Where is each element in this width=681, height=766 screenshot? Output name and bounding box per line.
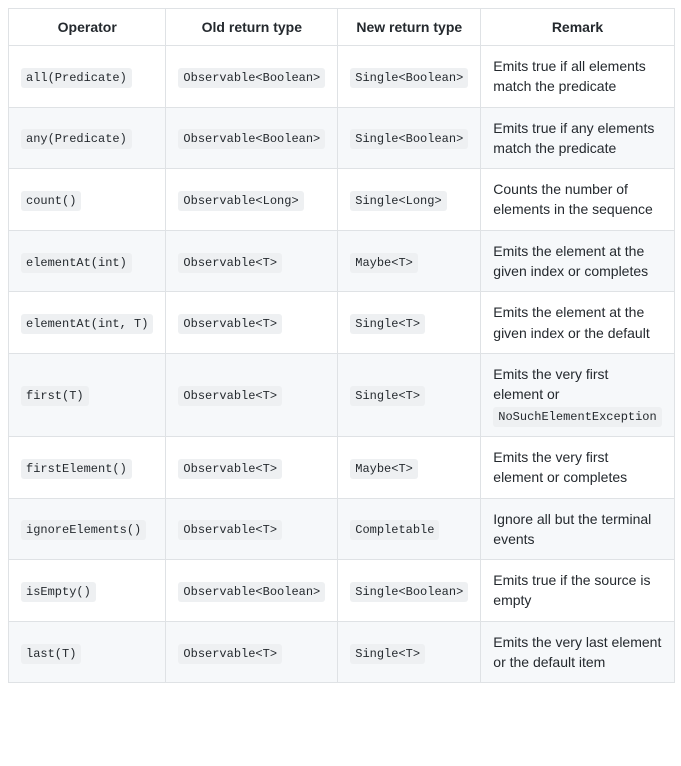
- old-return-type-cell: Observable<T>: [166, 230, 338, 292]
- old-return-type-cell: Observable<T>: [166, 436, 338, 498]
- old-return-type-code: Observable<Boolean>: [178, 68, 325, 88]
- remark-cell: Emits the very last element or the defau…: [481, 621, 674, 683]
- operator-code: last(T): [21, 644, 81, 664]
- new-return-type-cell: Maybe<T>: [338, 230, 481, 292]
- header-new-return-type: New return type: [338, 9, 481, 46]
- operator-code: isEmpty(): [21, 582, 96, 602]
- remark-cell: Emits true if any elements match the pre…: [481, 107, 674, 169]
- remark-text: Emits true if any elements match the pre…: [493, 120, 654, 156]
- new-return-type-cell: Single<Boolean>: [338, 46, 481, 108]
- operator-cell: elementAt(int): [9, 230, 166, 292]
- remark-text: Emits true if all elements match the pre…: [493, 58, 646, 94]
- operator-code: any(Predicate): [21, 129, 132, 149]
- old-return-type-code: Observable<T>: [178, 314, 282, 334]
- old-return-type-code: Observable<Boolean>: [178, 129, 325, 149]
- new-return-type-code: Single<Long>: [350, 191, 446, 211]
- new-return-type-cell: Single<T>: [338, 353, 481, 436]
- new-return-type-cell: Completable: [338, 498, 481, 560]
- remark-text: Emits the very first element or: [493, 366, 608, 402]
- old-return-type-cell: Observable<T>: [166, 498, 338, 560]
- old-return-type-cell: Observable<Boolean>: [166, 107, 338, 169]
- remark-text: Emits the very last element or the defau…: [493, 634, 661, 670]
- table-row: isEmpty() Observable<Boolean> Single<Boole…: [9, 560, 675, 622]
- table-row: elementAt(int, T) Observable<T> Single<T> E…: [9, 292, 675, 354]
- operator-code: all(Predicate): [21, 68, 132, 88]
- new-return-type-cell: Single<Long>: [338, 169, 481, 231]
- table-row: elementAt(int) Observable<T> Maybe<T> Emits…: [9, 230, 675, 292]
- old-return-type-code: Observable<T>: [178, 459, 282, 479]
- table-row: firstElement() Observable<T> Maybe<T> Emits…: [9, 436, 675, 498]
- new-return-type-code: Single<Boolean>: [350, 582, 468, 602]
- remark-cell: Emits the element at the given index or …: [481, 292, 674, 354]
- remark-cell: Emits the element at the given index or …: [481, 230, 674, 292]
- old-return-type-cell: Observable<T>: [166, 353, 338, 436]
- operator-code: ignoreElements(): [21, 520, 146, 540]
- old-return-type-cell: Observable<T>: [166, 621, 338, 683]
- remark-text: Counts the number of elements in the seq…: [493, 181, 653, 217]
- remark-text: Emits the element at the given index or …: [493, 304, 649, 340]
- remark-text: Emits the very first element or complete…: [493, 449, 627, 485]
- new-return-type-code: Single<T>: [350, 386, 425, 406]
- remark-code: NoSuchElementException: [493, 407, 661, 427]
- operator-cell: elementAt(int, T): [9, 292, 166, 354]
- operator-cell: isEmpty(): [9, 560, 166, 622]
- old-return-type-cell: Observable<Boolean>: [166, 46, 338, 108]
- header-operator: Operator: [9, 9, 166, 46]
- operator-code: firstElement(): [21, 459, 132, 479]
- header-remark: Remark: [481, 9, 674, 46]
- old-return-type-cell: Observable<Boolean>: [166, 560, 338, 622]
- remark-cell: Emits true if the source is empty: [481, 560, 674, 622]
- remark-text: Emits the element at the given index or …: [493, 243, 648, 279]
- old-return-type-code: Observable<T>: [178, 520, 282, 540]
- table-row: last(T) Observable<T> Single<T> Emits the v…: [9, 621, 675, 683]
- new-return-type-code: Maybe<T>: [350, 253, 418, 273]
- old-return-type-cell: Observable<T>: [166, 292, 338, 354]
- new-return-type-cell: Single<T>: [338, 292, 481, 354]
- new-return-type-code: Maybe<T>: [350, 459, 418, 479]
- operator-table: Operator Old return type New return type…: [8, 8, 675, 683]
- remark-cell: Emits the very first element or NoSuchEl…: [481, 353, 674, 436]
- new-return-type-code: Single<T>: [350, 314, 425, 334]
- new-return-type-cell: Single<Boolean>: [338, 560, 481, 622]
- operator-code: elementAt(int): [21, 253, 132, 273]
- old-return-type-cell: Observable<Long>: [166, 169, 338, 231]
- remark-text: Emits true if the source is empty: [493, 572, 650, 608]
- remark-cell: Ignore all but the terminal events: [481, 498, 674, 560]
- remark-text: Ignore all but the terminal events: [493, 511, 651, 547]
- table-row: all(Predicate) Observable<Boolean> Single<…: [9, 46, 675, 108]
- new-return-type-cell: Single<T>: [338, 621, 481, 683]
- table-row: any(Predicate) Observable<Boolean> Single<…: [9, 107, 675, 169]
- table-row: count() Observable<Long> Single<Long> Count…: [9, 169, 675, 231]
- old-return-type-code: Observable<T>: [178, 253, 282, 273]
- operator-cell: last(T): [9, 621, 166, 683]
- old-return-type-code: Observable<T>: [178, 386, 282, 406]
- table-row: first(T) Observable<T> Single<T> Emits the …: [9, 353, 675, 436]
- new-return-type-code: Single<Boolean>: [350, 129, 468, 149]
- header-old-return-type: Old return type: [166, 9, 338, 46]
- new-return-type-code: Completable: [350, 520, 439, 540]
- old-return-type-code: Observable<T>: [178, 644, 282, 664]
- operator-cell: firstElement(): [9, 436, 166, 498]
- remark-cell: Emits true if all elements match the pre…: [481, 46, 674, 108]
- new-return-type-cell: Single<Boolean>: [338, 107, 481, 169]
- operator-cell: ignoreElements(): [9, 498, 166, 560]
- new-return-type-code: Single<T>: [350, 644, 425, 664]
- old-return-type-code: Observable<Long>: [178, 191, 303, 211]
- operator-cell: first(T): [9, 353, 166, 436]
- operator-cell: count(): [9, 169, 166, 231]
- old-return-type-code: Observable<Boolean>: [178, 582, 325, 602]
- remark-cell: Emits the very first element or complete…: [481, 436, 674, 498]
- table-row: ignoreElements() Observable<T> Completable…: [9, 498, 675, 560]
- operator-cell: any(Predicate): [9, 107, 166, 169]
- operator-code: count(): [21, 191, 81, 211]
- new-return-type-code: Single<Boolean>: [350, 68, 468, 88]
- remark-cell: Counts the number of elements in the seq…: [481, 169, 674, 231]
- header-row: Operator Old return type New return type…: [9, 9, 675, 46]
- operator-code: elementAt(int, T): [21, 314, 153, 334]
- new-return-type-cell: Maybe<T>: [338, 436, 481, 498]
- operator-code: first(T): [21, 386, 89, 406]
- operator-cell: all(Predicate): [9, 46, 166, 108]
